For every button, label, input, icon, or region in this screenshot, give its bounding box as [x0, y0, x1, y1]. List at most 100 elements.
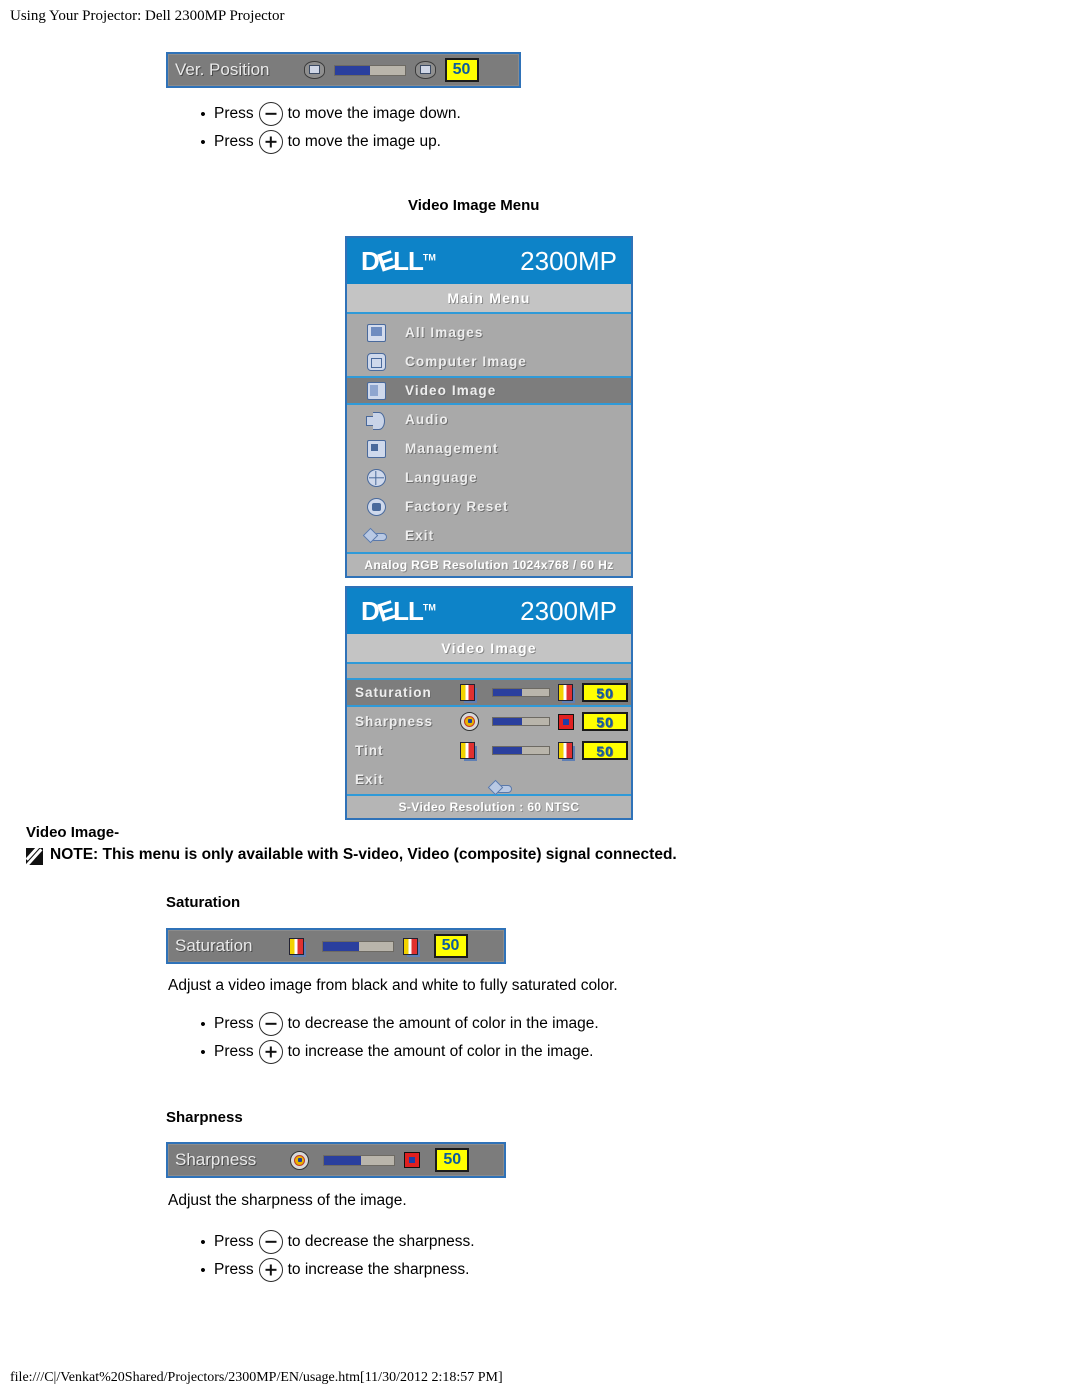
dell-logo: DELLTM [361, 594, 436, 628]
saturation-setting-bar[interactable]: Saturation 50 [166, 928, 506, 964]
menu-item-label: Audio [405, 412, 449, 427]
menu-item-computer-image[interactable]: Computer Image [347, 347, 631, 376]
saturation-value: 50 [582, 683, 628, 702]
menu-item-label: Management [405, 441, 499, 456]
sharpness-bar-value: 50 [435, 1148, 470, 1172]
list-item: • Press to decrease the amount of color … [196, 1010, 599, 1038]
ver-position-value: 50 [444, 58, 479, 82]
minus-button-icon [258, 1230, 283, 1254]
osd-row-label: Exit [355, 772, 384, 787]
list-item: • Press to move the image up. [196, 128, 461, 156]
bullet-prefix: Press [214, 1233, 254, 1250]
tint-high-icon [558, 741, 582, 761]
bullet-text: to decrease the amount of color in the i… [287, 1015, 599, 1032]
image-up-icon [414, 61, 436, 79]
bullet-text: to move the image down. [287, 105, 461, 122]
main-menu-status-bar: Analog RGB Resolution 1024x768 / 60 Hz [347, 552, 631, 576]
note-block: NOTE: This menu is only available with S… [26, 846, 677, 865]
sharpness-setting-bar[interactable]: Sharpness 50 [166, 1142, 506, 1178]
sharpness-slider-fill [493, 718, 523, 725]
sharpness-slider[interactable] [492, 717, 550, 726]
audio-icon [347, 411, 405, 430]
ver-position-setting-bar[interactable]: Ver. Position 50 [166, 52, 521, 88]
video-image-menu-heading: Video Image Menu [408, 197, 540, 214]
osd-title-video-image: Video Image [347, 634, 631, 664]
bullet-text: to decrease the sharpness. [287, 1233, 475, 1250]
sharpness-heading: Sharpness [166, 1109, 243, 1126]
menu-item-label: Video Image [405, 383, 497, 398]
osd-spacer [347, 664, 631, 678]
menu-item-management[interactable]: Management [347, 434, 631, 463]
saturation-bar-value: 50 [433, 934, 468, 958]
sharpness-bar-slider-fill [324, 1155, 361, 1165]
sharpness-description: Adjust the sharpness of the image. [168, 1192, 407, 1209]
video-image-icon [347, 381, 405, 400]
saturation-bar-slider[interactable] [321, 940, 394, 952]
bullet-text: to increase the sharpness. [287, 1261, 470, 1278]
menu-item-label: Factory Reset [405, 499, 509, 514]
tint-low-icon [460, 741, 484, 761]
video-image-osd-panel: DELLTM 2300MP Video Image Saturation 50 … [345, 586, 633, 820]
sharpness-bar-label: Sharpness [175, 1150, 257, 1169]
list-item: • Press to increase the amount of color … [196, 1038, 599, 1066]
factory-reset-icon [347, 497, 405, 516]
osd-row-exit[interactable]: Exit [347, 765, 631, 794]
main-menu-items: All Images Computer Image Video Image Au… [347, 314, 631, 552]
color-high-icon [558, 683, 582, 703]
menu-item-exit[interactable]: Exit [347, 521, 631, 550]
menu-item-label: All Images [405, 325, 484, 340]
list-item: • Press to increase the sharpness. [196, 1256, 475, 1284]
video-image-status-bar: S-Video Resolution : 60 NTSC [347, 794, 631, 818]
saturation-slider-fill [493, 689, 523, 696]
osd-row-sharpness[interactable]: Sharpness 50 [347, 707, 631, 736]
bullet-icon: • [200, 133, 206, 151]
sharpness-low-icon [290, 1150, 314, 1170]
bullet-prefix: Press [214, 105, 254, 122]
ver-position-label: Ver. Position [175, 60, 270, 79]
menu-item-video-image[interactable]: Video Image [347, 376, 631, 405]
saturation-bar-slider-fill [322, 941, 359, 951]
osd-title-main-menu: Main Menu [347, 284, 631, 314]
note-pencil-icon [26, 848, 43, 865]
color-low-icon [288, 936, 313, 956]
bullet-text: to increase the amount of color in the i… [287, 1043, 594, 1060]
plus-button-icon [258, 1258, 283, 1282]
osd-row-tint[interactable]: Tint 50 [347, 736, 631, 765]
saturation-bullet-list: • Press to decrease the amount of color … [196, 1010, 599, 1066]
bullet-prefix: Press [214, 1015, 254, 1032]
image-down-icon [303, 61, 325, 79]
menu-item-label: Language [405, 470, 478, 485]
minus-button-icon [258, 102, 283, 126]
menu-item-audio[interactable]: Audio [347, 405, 631, 434]
osd-header: DELLTM 2300MP [347, 588, 631, 634]
ver-position-bullet-list: • Press to move the image down. • Press … [196, 100, 461, 156]
all-images-icon [347, 323, 405, 342]
sharpness-bar-slider[interactable] [323, 1154, 396, 1166]
bullet-icon: • [200, 1043, 206, 1061]
list-item: • Press to move the image down. [196, 100, 461, 128]
ver-position-slider[interactable] [333, 64, 406, 76]
sharpness-bullet-list: • Press to decrease the sharpness. • Pre… [196, 1228, 475, 1284]
page-header: Using Your Projector: Dell 2300MP Projec… [10, 8, 285, 24]
sharpness-value: 50 [582, 712, 628, 731]
main-menu-osd-panel: DELLTM 2300MP Main Menu All Images Compu… [345, 236, 633, 578]
note-text: NOTE: This menu is only available with S… [50, 846, 677, 863]
osd-row-saturation[interactable]: Saturation 50 [347, 678, 631, 707]
osd-row-label: Sharpness [355, 714, 434, 729]
page-footer: file:///C|/Venkat%20Shared/Projectors/23… [10, 1370, 503, 1385]
model-label: 2300MP [520, 595, 617, 626]
sharpness-high-icon [558, 712, 582, 732]
bullet-prefix: Press [214, 1261, 254, 1278]
management-icon [347, 439, 405, 458]
dell-logo: DELLTM [361, 244, 436, 278]
bullet-icon: • [200, 1015, 206, 1033]
menu-item-label: Computer Image [405, 354, 527, 369]
saturation-slider[interactable] [492, 688, 550, 697]
tint-slider-fill [493, 747, 523, 754]
plus-button-icon [258, 1040, 283, 1064]
menu-item-factory-reset[interactable]: Factory Reset [347, 492, 631, 521]
saturation-description: Adjust a video image from black and whit… [168, 977, 618, 994]
menu-item-language[interactable]: Language [347, 463, 631, 492]
menu-item-all-images[interactable]: All Images [347, 318, 631, 347]
tint-slider[interactable] [492, 746, 550, 755]
